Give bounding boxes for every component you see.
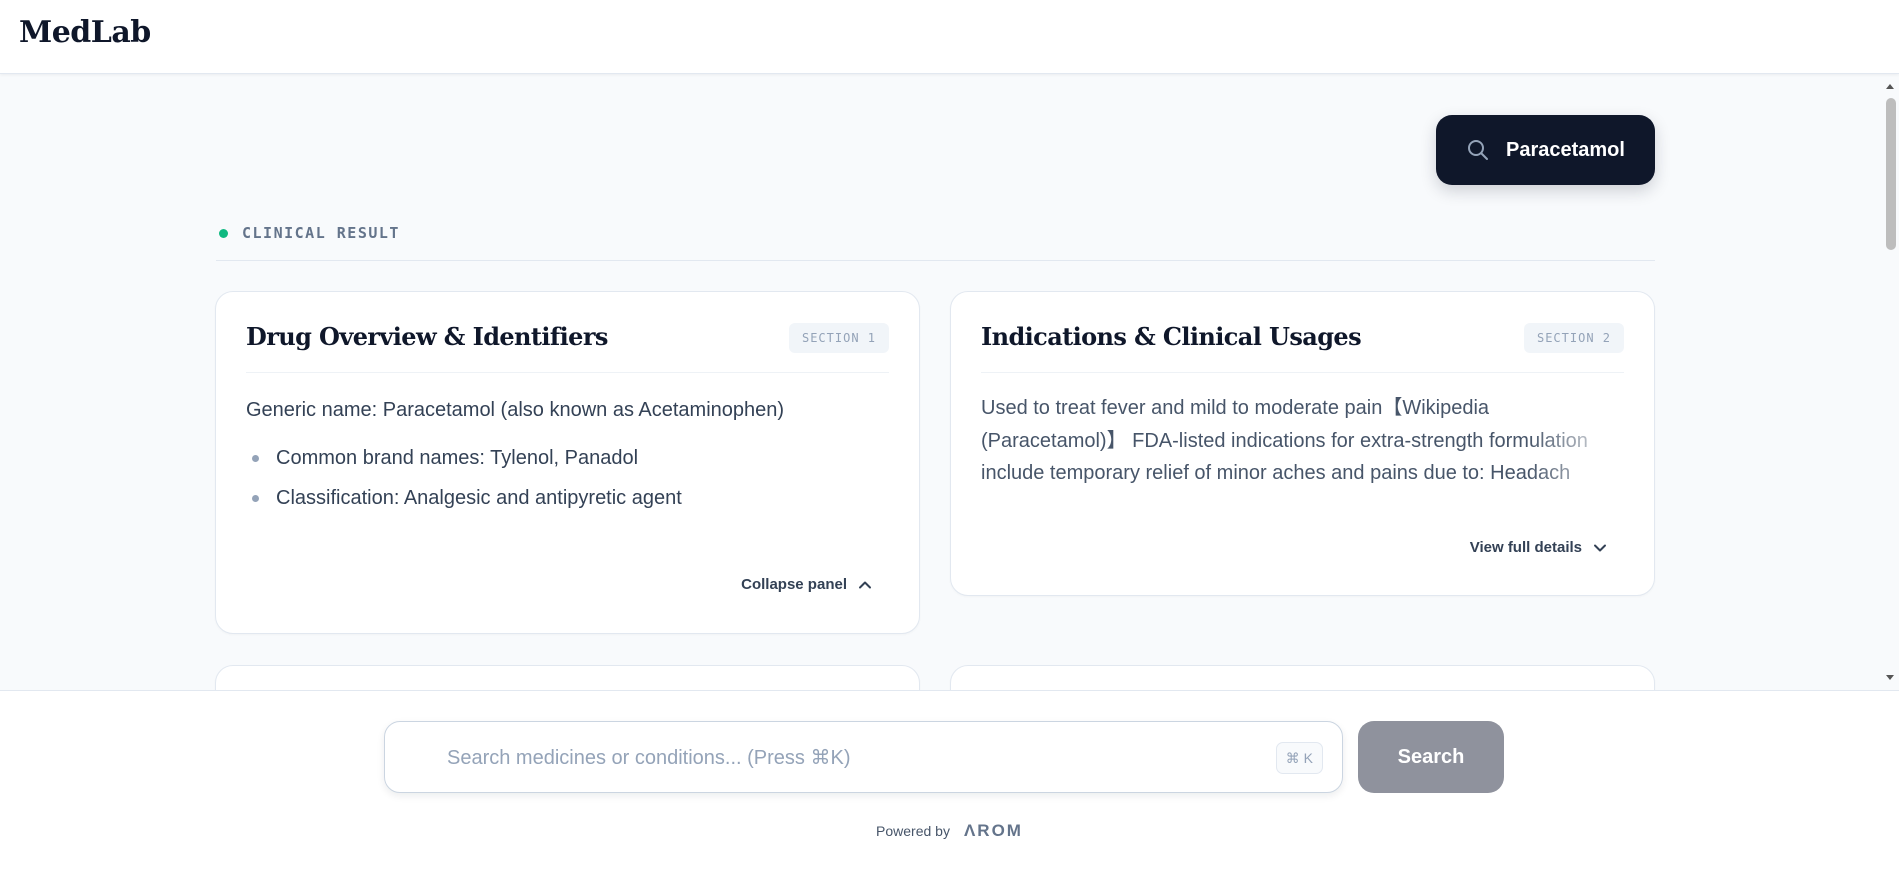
card-title: Indications & Clinical Usages [981, 322, 1362, 351]
card-body-text: Generic name: Paracetamol (also known as… [246, 399, 785, 421]
search-input[interactable] [445, 722, 1249, 794]
chevron-up-icon [859, 581, 871, 588]
section-badge: SECTION 2 [1523, 323, 1624, 353]
scroll-down-arrow-icon[interactable] [1886, 675, 1894, 680]
page-scrollbar[interactable] [1882, 74, 1899, 690]
search-button[interactable]: Search [1358, 721, 1504, 793]
view-full-details-button[interactable]: View full details [1470, 539, 1608, 556]
brand-logo[interactable]: ΛROM [964, 821, 1023, 841]
bottom-search-bar: ⌘ K Search Powered by ΛROM [0, 690, 1899, 878]
card-title: Drug Overview & Identifiers [246, 322, 608, 351]
app-logo[interactable]: MedLab [19, 15, 151, 50]
card-body-text: Used to treat fever and mild to moderate… [981, 397, 1588, 484]
card-divider [246, 372, 889, 373]
card-divider [981, 372, 1624, 373]
search-box[interactable]: ⌘ K [384, 721, 1343, 794]
section-divider [216, 260, 1655, 261]
query-text: Paracetamol [1506, 138, 1625, 161]
status-dot-icon [219, 228, 228, 238]
powered-by: Powered by ΛROM [0, 821, 1899, 841]
app-header: MedLab [0, 0, 1899, 74]
scroll-up-arrow-icon[interactable] [1886, 84, 1894, 89]
collapse-panel-button[interactable]: Collapse panel [741, 576, 873, 593]
result-label-text: CLINICAL RESULT [242, 224, 400, 242]
list-item: Common brand names: Tylenol, Panadol [246, 438, 682, 478]
list-item: Classification: Analgesic and antipyreti… [246, 478, 682, 518]
bullet-list: Common brand names: Tylenol, Panadol Cla… [246, 438, 682, 518]
chevron-down-icon [1594, 544, 1606, 551]
card-drug-overview: Drug Overview & Identifiers SECTION 1 Ge… [215, 291, 920, 634]
section-badge: SECTION 1 [788, 323, 889, 353]
search-icon [1468, 140, 1488, 160]
powered-by-label: Powered by [876, 823, 950, 839]
view-full-details-label: View full details [1469, 539, 1582, 556]
result-label: CLINICAL RESULT [219, 224, 400, 242]
card-indications: Indications & Clinical Usages SECTION 2 … [950, 291, 1655, 596]
query-chip[interactable]: Paracetamol [1436, 115, 1655, 185]
keyboard-shortcut-hint: ⌘ K [1275, 742, 1323, 774]
scroll-thumb[interactable] [1886, 98, 1896, 250]
collapse-panel-label: Collapse panel [741, 576, 847, 593]
